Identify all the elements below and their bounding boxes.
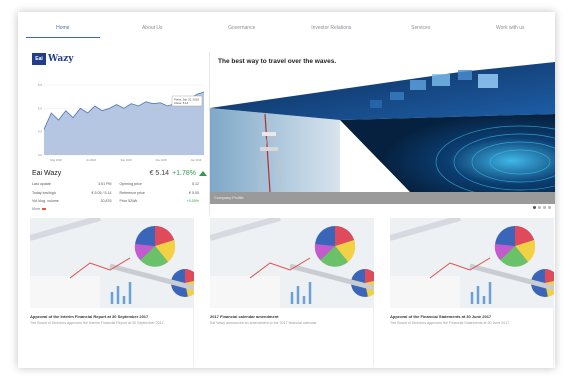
- news-card-title[interactable]: Approval of the Interim Financial Report…: [30, 314, 190, 319]
- stat-row: Last update 3:51 PM Opening price 5.12: [32, 180, 207, 189]
- tooltip-line-2: Close: 5.14: [174, 101, 189, 105]
- stock-change: +1.78%: [172, 169, 196, 177]
- stat-value: 20,876: [100, 199, 112, 204]
- more-indicator-icon: [42, 208, 47, 211]
- stock-widget: Eai Wazy 5.5 5.0 4.5 4.0 May 2018 Jul 2018 Se…: [30, 52, 210, 215]
- news-card[interactable]: 2017 Financial calendar amendment Eai Wa…: [210, 218, 374, 366]
- stat-row: Today low/high € 5.05 / 5.14 Reference p…: [32, 189, 207, 198]
- news-card-description: The Board of Directors approves the Inte…: [30, 321, 165, 325]
- logo-mark: Eai: [32, 53, 46, 65]
- quote-summary: Eai Wazy € 5.14 +1.78%: [32, 167, 207, 179]
- chart-x-tick-label: Jan 2019: [191, 158, 202, 162]
- stat-value: 5.12: [192, 182, 199, 187]
- chart-tooltip: Press, Jan 31, 2019 Close: 5.14: [171, 95, 203, 107]
- chart-x-tick-label: Nov 2018: [155, 158, 167, 162]
- pie-chart-icon: [134, 226, 176, 267]
- browser-frame: Home About Us Governance Investor Relati…: [18, 12, 555, 368]
- company-logo[interactable]: Eai Wazy: [32, 52, 74, 66]
- stock-name: Eai Wazy: [32, 169, 62, 177]
- chart-y-tick-label: 4.5: [38, 130, 43, 134]
- chart-x-ticks: May 2018 Jul 2018 Sep 2018 Nov 2018 Jan 2019: [50, 158, 202, 162]
- news-card-description: The Board of Directors approves the Fina…: [390, 321, 511, 325]
- nav-governance[interactable]: Governance: [197, 12, 287, 44]
- nav-about-us[interactable]: About Us: [108, 12, 198, 44]
- up-arrow-icon: [199, 170, 207, 176]
- financial-report-image: [390, 218, 554, 308]
- nav-services[interactable]: Services: [376, 12, 466, 44]
- stat-label: Last update: [32, 182, 51, 187]
- chart-y-ticks: 5.5 5.0 4.5 4.0: [38, 83, 43, 157]
- carousel-dot[interactable]: [548, 206, 551, 209]
- hero-caption: Company Profile: [214, 195, 244, 200]
- stat-label: Vol./Avg. volume: [32, 199, 59, 204]
- logo-text: Wazy: [48, 54, 74, 64]
- stock-price-chart[interactable]: 5.5 5.0 4.5 4.0 May 2018 Jul 2018 Sep 2018 Nov…: [30, 77, 210, 171]
- stock-price: € 5.14: [149, 169, 170, 177]
- hero-image: [210, 62, 555, 199]
- financial-report-image: [30, 218, 194, 308]
- news-card[interactable]: Approval of the Financial Statements at …: [390, 218, 554, 366]
- stat-label: Prior 52Wk: [119, 199, 138, 204]
- hero-banner[interactable]: The best way to travel over the waves. C…: [210, 52, 555, 209]
- news-card-description: Eai Wazy announces an amendment to the 2…: [210, 321, 318, 325]
- hero-title: The best way to travel over the waves.: [218, 58, 337, 65]
- pie-chart-icon: [494, 226, 536, 267]
- stat-label: Opening price: [119, 182, 142, 187]
- news-card-title[interactable]: Approval of the Financial Statements at …: [390, 314, 550, 319]
- nav-home[interactable]: Home: [18, 12, 108, 44]
- chart-y-tick-label: 4.0: [38, 153, 43, 157]
- chart-y-tick-label: 5.0: [38, 106, 43, 110]
- chart-x-tick-label: Jul 2018: [86, 158, 96, 162]
- nav-investor-relations[interactable]: Investor Relations: [287, 12, 377, 44]
- chart-x-tick-label: Sep 2018: [120, 158, 132, 162]
- stat-label: Today low/high: [32, 190, 56, 195]
- news-card[interactable]: Approval of the Interim Financial Report…: [30, 218, 194, 366]
- stat-row: Vol./Avg. volume 20,876 Prior 52Wk +0.00…: [32, 197, 207, 206]
- carousel-dots: [533, 206, 551, 209]
- stat-value: 3:51 PM: [98, 182, 112, 187]
- carousel-dot[interactable]: [533, 206, 536, 209]
- carousel-dot[interactable]: [543, 206, 546, 209]
- pie-chart-icon: [314, 226, 356, 267]
- stat-value: € 5.05 / 5.14: [91, 190, 112, 195]
- stock-stats-table: Last update 3:51 PM Opening price 5.12 T…: [32, 180, 207, 206]
- stat-label: Reference price: [119, 190, 145, 195]
- chart-x-tick-label: May 2018: [50, 158, 62, 162]
- nav-work-with-us[interactable]: Work with us: [466, 12, 556, 44]
- more-link[interactable]: More: [32, 207, 47, 211]
- top-navigation: Home About Us Governance Investor Relati…: [18, 12, 555, 44]
- news-card-title[interactable]: 2017 Financial calendar amendment: [210, 314, 370, 319]
- stat-value: € 5.05: [189, 190, 199, 195]
- financial-report-image: [210, 218, 374, 308]
- carousel-dot[interactable]: [538, 206, 541, 209]
- chart-y-tick-label: 5.5: [38, 83, 43, 87]
- stat-value: +0.00%: [186, 199, 199, 204]
- hero-caption-bar: Company Profile: [210, 192, 555, 204]
